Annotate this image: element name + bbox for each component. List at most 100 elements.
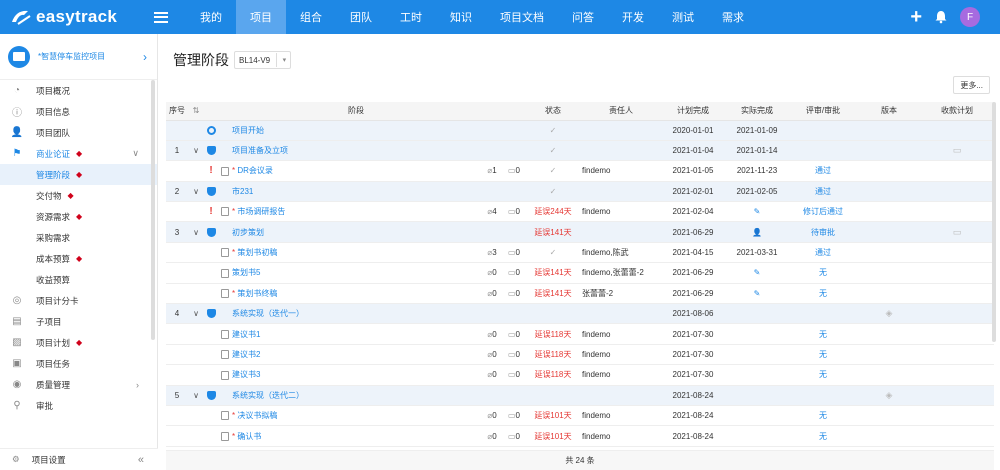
nav-item[interactable]: 需求 [708,0,758,34]
deliverable-link[interactable]: 确认书 [237,432,261,441]
stage-name[interactable]: 初步策划 [232,221,480,243]
nav-item[interactable]: 知识 [436,0,486,34]
stage-name[interactable]: 项目准备及立项 [232,140,480,162]
attachments[interactable]: ⌀4 [480,201,504,223]
sidebar-item[interactable]: ⚲ 审批 [0,395,157,416]
stage-name-link[interactable]: 项目准备及立项 [232,146,288,155]
task-row[interactable]: 建议书3 ⌀0 ▭0 延误118天 findemo 2021-07-30 无 [166,364,994,386]
menu-toggle-icon[interactable] [154,11,168,23]
attachments[interactable]: ⌀0 [480,283,504,305]
task-name[interactable]: 策划书5 [232,262,480,284]
add-icon[interactable]: + [910,7,922,27]
deliverable-link[interactable]: 市场调研报告 [237,207,285,216]
sidebar-item[interactable]: ⚑ 商业论证 ◆ ∨ [0,143,157,164]
review-status[interactable]: 待审批 [788,221,858,243]
chevron-down-icon[interactable]: ∨ [193,309,199,318]
checklist[interactable]: ▭0 [504,160,524,182]
expand-toggle[interactable]: ∨ [188,303,204,325]
checklist[interactable]: ▭0 [504,262,524,284]
review-status[interactable]: 无 [788,262,858,284]
nav-item[interactable]: 开发 [608,0,658,34]
nav-item[interactable]: 问答 [558,0,608,34]
checklist[interactable]: ▭0 [504,242,524,264]
checklist[interactable]: ▭0 [504,344,524,366]
task-row[interactable]: 建议书1 ⌀0 ▭0 延误118天 findemo 2021-07-30 无 [166,323,994,345]
deliverable-link[interactable]: 建议书1 [232,330,260,339]
task-name[interactable]: * 策划书初稿 [232,242,480,264]
tree-icon[interactable]: ⇅ [193,106,200,115]
expand-toggle[interactable]: ∨ [188,181,204,203]
task-name[interactable]: 建议书1 [232,323,480,345]
attachments[interactable]: ⌀1 [480,160,504,182]
sidebar-item[interactable]: 收益预算 [0,269,157,290]
more-button[interactable]: 更多... [953,76,990,94]
app-logo[interactable]: easytrack [0,7,150,27]
sidebar-item[interactable]: 成本预算 ◆ [0,248,157,269]
sidebar-item[interactable]: ◉ 质量管理 › [0,374,157,395]
stage-name[interactable]: 项目开始 [232,120,480,141]
sidebar-item[interactable]: ▤ 子项目 [0,311,157,332]
version[interactable]: ◈ [858,385,920,406]
collapse-sidebar-icon[interactable]: « [138,454,144,466]
actual-date[interactable]: ✎ [726,262,788,284]
deliverable-link[interactable]: 策划书初稿 [237,248,277,257]
task-name[interactable]: * 确认书 [232,425,480,447]
user-icon[interactable]: 👤 [752,228,762,237]
deliverable-link[interactable]: 决议书拟稿 [237,411,277,420]
review-status[interactable]: 无 [788,364,858,386]
task-row[interactable]: * 确认书 ⌀0 ▭0 延误101天 findemo 2021-08-24 无 [166,425,994,447]
review-status[interactable]: 无 [788,425,858,447]
sidebar-item[interactable]: 交付物 ◆ [0,185,157,206]
sidebar-item[interactable]: ◔ 项目概况 [0,80,157,101]
expand-toggle[interactable]: ∨ [188,221,204,243]
review-status[interactable]: 通过 [788,242,858,264]
sidebar-item[interactable]: 👤 项目团队 [0,122,157,143]
actual-date[interactable]: 👤 [726,221,788,243]
deliverable-link[interactable]: 策划书终稿 [237,289,277,298]
sidebar-item[interactable]: ⓘ 项目信息 [0,101,157,122]
payment-plan[interactable]: ▭ [920,140,994,162]
version[interactable]: ◈ [858,303,920,325]
sidebar-item[interactable]: ▣ 项目任务 [0,353,157,374]
checklist[interactable]: ▭0 [504,283,524,305]
chevron-right-icon[interactable]: › [136,380,139,390]
layers-icon[interactable]: ◈ [886,390,893,400]
review-status[interactable]: 无 [788,323,858,345]
nav-item[interactable]: 团队 [336,0,386,34]
nav-item[interactable]: 组合 [286,0,336,34]
nav-item[interactable]: 项目文档 [486,0,558,34]
chevron-down-icon[interactable]: ∨ [132,148,139,159]
stage-row[interactable]: 2 ∨ 市231 ✓ 2021-02-01 2021-02-05 通过 [166,181,994,203]
stage-name-link[interactable]: 项目开始 [232,126,264,135]
payment-icon[interactable]: ▭ [953,227,962,237]
layers-icon[interactable]: ◈ [886,308,893,318]
stage-name-link[interactable]: 系统实现（迭代一） [232,309,304,318]
stage-name[interactable]: 系统实现（迭代一） [232,303,480,325]
stage-row[interactable]: 3 ∨ 初步策划 延误141天 2021-06-29 👤 待审批 ▭ [166,221,994,243]
chevron-down-icon[interactable]: ∨ [193,391,199,400]
edit-icon[interactable]: ✎ [754,268,761,277]
stage-row[interactable]: 4 ∨ 系统实现（迭代一） 2021-08-06 ◈ [166,303,994,325]
deliverable-link[interactable]: DR会议录 [237,166,273,175]
expand-toggle[interactable]: ∨ [188,140,204,162]
stage-row[interactable]: 项目开始 ✓ 2020-01-01 2021-01-09 [166,120,994,141]
expand-toggle[interactable]: ∨ [188,385,204,406]
task-row[interactable]: 策划书5 ⌀0 ▭0 延误141天 findemo,张蕾蕾-2 2021-06-29 ✎ 无 [166,262,994,284]
task-row[interactable]: 建议书2 ⌀0 ▭0 延误118天 findemo 2021-07-30 无 [166,344,994,366]
edit-icon[interactable]: ✎ [754,289,761,298]
checklist[interactable]: ▭0 [504,425,524,447]
task-row[interactable]: ! * DR会议录 ⌀1 ▭0 ✓ findemo 2021-01-05 2021-11-23… [166,160,994,182]
chevron-down-icon[interactable]: ∨ [193,228,199,237]
stage-row[interactable]: 5 ∨ 系统实现（迭代二） 2021-08-24 ◈ [166,385,994,406]
payment-icon[interactable]: ▭ [953,145,962,155]
sidebar-item[interactable]: ▨ 项目计划 ◆ [0,332,157,353]
task-row[interactable]: ! * 市场调研报告 ⌀4 ▭0 延误244天 findemo 2021-02-04 ✎ 修订后… [166,201,994,223]
payment-plan[interactable]: ▭ [920,221,994,243]
task-name[interactable]: 建议书2 [232,344,480,366]
task-name[interactable]: * DR会议录 [232,160,480,182]
stage-name-link[interactable]: 初步策划 [232,228,264,237]
attachments[interactable]: ⌀3 [480,242,504,264]
bell-icon[interactable] [934,10,948,24]
sidebar-item[interactable]: ◎ 项目计分卡 [0,290,157,311]
task-name[interactable]: * 策划书终稿 [232,283,480,305]
